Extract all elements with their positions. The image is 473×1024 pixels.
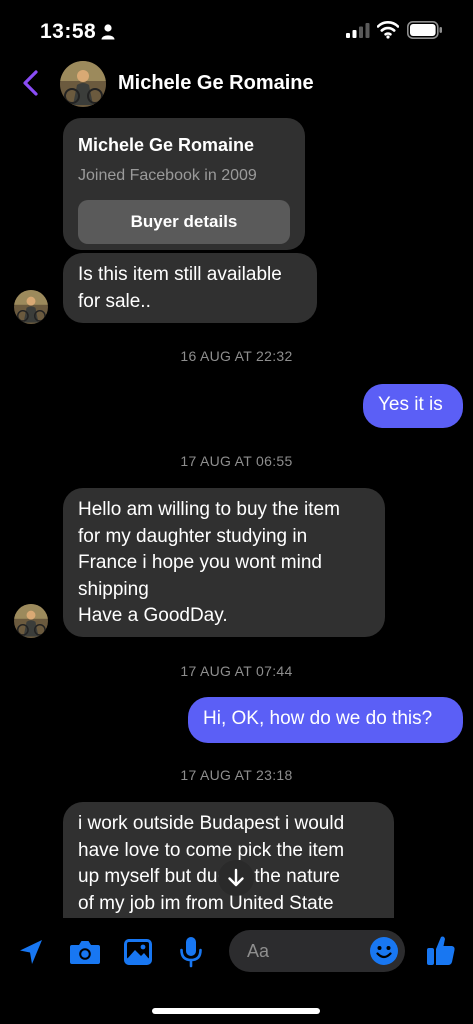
arrow-down-icon [228,868,244,887]
battery-icon [407,21,442,39]
message-line: Hello am willing to buy the item [78,499,340,520]
message-line: have love to come pick the item [78,839,345,861]
sender-avatar[interactable] [14,604,48,638]
message-timestamp: 16 AUG AT 22:32 [180,348,293,364]
buyer-details-button[interactable]: Buyer details [78,200,290,244]
message-line: shipping [78,578,149,600]
message-line: Have a GoodDay. [78,605,228,626]
scroll-to-bottom-button[interactable] [218,860,254,896]
message-line: Is this item still available [78,264,282,285]
message-thread[interactable]: Michele Ge Romaine Joined Facebook in 20… [0,110,473,918]
message-line: Hi, OK, how do we do this? [203,708,433,729]
emoji-icon[interactable] [369,936,399,966]
status-time: 13:58 [40,20,97,43]
person-icon [101,24,115,40]
profile-card-subtitle: Joined Facebook in 2009 [78,167,257,184]
contact-avatar[interactable] [60,61,106,107]
incoming-message[interactable]: i work outside Budapest i would have lov… [63,802,394,918]
message-timestamp: 17 AUG AT 06:55 [180,453,293,469]
back-chevron-icon[interactable] [20,69,42,97]
message-timestamp: 17 AUG AT 07:44 [180,663,293,679]
buyer-profile-card: Michele Ge Romaine Joined Facebook in 20… [63,118,305,250]
home-indicator [152,1008,320,1014]
conversation-header: Michele Ge Romaine [0,58,473,110]
message-line: Yes it is [378,394,443,415]
message-line: i work outside Budapest i would [78,813,345,834]
profile-card-name: Michele Ge Romaine [78,135,255,155]
cellular-signal-icon [346,23,370,38]
wifi-icon [377,21,399,39]
outgoing-message[interactable]: Yes it is [363,384,463,428]
microphone-icon[interactable] [179,936,203,968]
message-timestamp: 17 AUG AT 23:18 [180,767,293,783]
incoming-message[interactable]: Hello am willing to buy the item for my … [63,488,385,637]
message-line: for sale.. [78,290,151,312]
message-composer [0,918,473,1024]
camera-icon[interactable] [69,939,101,965]
message-line: France i hope you wont mind [78,552,322,573]
message-line: for my daughter studying in [78,525,308,547]
outgoing-message[interactable]: Hi, OK, how do we do this? [188,697,463,743]
thumbs-up-icon[interactable] [426,934,456,966]
incoming-message[interactable]: Is this item still available for sale.. [63,253,317,323]
photo-gallery-icon[interactable] [123,938,153,966]
contact-name[interactable]: Michele Ge Romaine [118,72,314,95]
sender-avatar[interactable] [14,290,48,324]
location-arrow-icon[interactable] [18,938,44,966]
status-bar: 13:58 [0,0,473,60]
